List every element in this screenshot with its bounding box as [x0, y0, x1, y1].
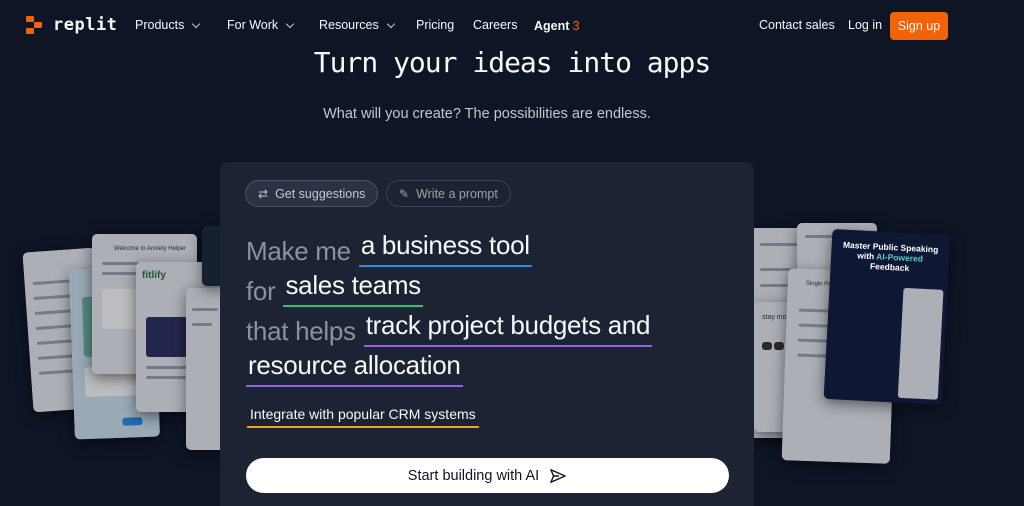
preview-speaking-line3: Feedback — [869, 261, 910, 274]
tab-write-prompt-label: Write a prompt — [416, 186, 498, 201]
nav-careers[interactable]: Careers — [473, 18, 517, 32]
nav-products[interactable]: Products — [135, 18, 201, 32]
contact-sales-label: Contact sales — [759, 18, 835, 32]
prompt-prefix-2: for — [246, 276, 276, 306]
login-label: Log in — [848, 18, 883, 32]
hero-subtitle: What will you create? The possibilities … — [323, 106, 651, 122]
hero-title: Turn your ideas into apps — [313, 46, 711, 79]
preview-card-speaking: Master Public Speaking with AI-Powered F… — [823, 229, 951, 405]
nav-products-label: Products — [135, 18, 185, 32]
nav-agent[interactable]: Agent 3 — [534, 18, 580, 33]
edit-icon: ✎ — [399, 186, 410, 201]
preview-speaking-line2: with — [857, 250, 875, 262]
prompt-panel: ⇄ Get suggestions ✎ Write a prompt Make … — [220, 162, 754, 506]
nav-resources[interactable]: Resources — [319, 18, 395, 32]
replit-logo[interactable]: replit — [26, 15, 117, 35]
shuffle-icon: ⇄ — [258, 186, 269, 201]
preview-anxiety-title: Welcome to Anxiety Helper — [114, 246, 186, 252]
prompt-integration[interactable]: Integrate with popular CRM systems — [247, 406, 479, 428]
nav-careers-label: Careers — [473, 18, 518, 32]
start-building-button[interactable]: Start building with AI — [246, 458, 729, 493]
start-building-label: Start building with AI — [407, 467, 540, 484]
agent-version-badge: 3 — [572, 18, 580, 33]
nav-pricing[interactable]: Pricing — [416, 18, 454, 32]
prompt-line-1: Make me a business tool — [246, 230, 532, 267]
chevron-down-icon — [192, 19, 201, 28]
top-nav: replit Products For Work Resources Prici… — [0, 0, 1024, 52]
replit-logo-icon — [26, 15, 46, 35]
prompt-line-2: for sales teams — [246, 270, 423, 307]
prompt-value-purpose-cont[interactable]: resource allocation — [246, 350, 463, 387]
tab-write-prompt[interactable]: ✎ Write a prompt — [386, 180, 511, 207]
tab-get-suggestions-label: Get suggestions — [275, 186, 366, 201]
prompt-value-purpose[interactable]: track project budgets and — [363, 310, 653, 347]
nav-agent-label: Agent — [534, 18, 570, 33]
chevron-down-icon — [285, 19, 295, 28]
signup-button[interactable]: Sign up — [890, 12, 948, 40]
prompt-line-3: that helps track project budgets and — [246, 310, 653, 347]
prompt-value-audience[interactable]: sales teams — [283, 270, 423, 307]
chevron-down-icon — [386, 19, 395, 28]
logo-text: replit — [53, 15, 118, 35]
prompt-value-type[interactable]: a business tool — [358, 230, 532, 267]
nav-for-work[interactable]: For Work — [227, 18, 295, 32]
send-icon — [550, 468, 567, 483]
prompt-prefix-1: Make me — [246, 236, 351, 266]
nav-pricing-label: Pricing — [416, 18, 455, 32]
nav-resources-label: Resources — [319, 18, 379, 32]
nav-for-work-label: For Work — [227, 18, 279, 32]
prompt-prefix-3: that helps — [246, 316, 356, 346]
contact-sales-link[interactable]: Contact sales — [759, 18, 835, 32]
prompt-line-4: resource allocation — [246, 350, 463, 387]
login-link[interactable]: Log in — [848, 18, 882, 32]
preview-fitlify-title: fitlify — [142, 270, 166, 281]
tab-get-suggestions[interactable]: ⇄ Get suggestions — [245, 180, 379, 207]
